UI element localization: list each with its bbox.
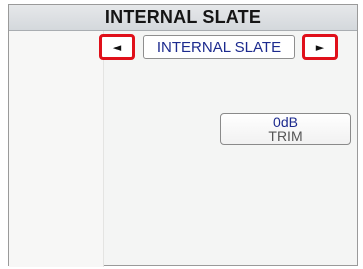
trim-value: 0dB: [273, 114, 298, 130]
left-arrow-icon: ◄: [112, 40, 122, 54]
slate-selector: ◄ INTERNAL SLATE ►: [95, 34, 350, 64]
trim-button[interactable]: 0dB TRIM: [220, 113, 351, 145]
panel-title: INTERNAL SLATE: [9, 5, 357, 31]
slate-selection-display: INTERNAL SLATE: [143, 35, 295, 59]
next-button[interactable]: ►: [302, 34, 338, 60]
trim-label: TRIM: [268, 128, 303, 144]
left-column: [9, 31, 104, 267]
right-arrow-icon: ►: [315, 40, 325, 54]
previous-button[interactable]: ◄: [99, 34, 135, 60]
